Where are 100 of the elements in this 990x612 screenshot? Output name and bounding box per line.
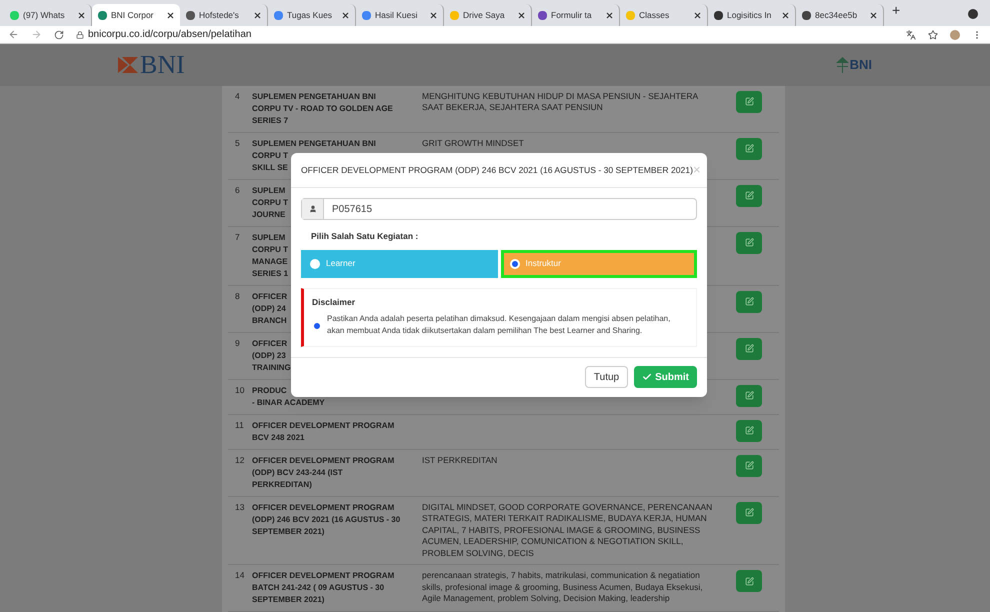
edit-icon <box>744 391 754 400</box>
program-title: OFFICER DEVELOPMENT PROGRAM <box>252 454 394 466</box>
program-title: SEPTEMBER 2021) <box>252 526 324 538</box>
close-icon[interactable] <box>870 12 877 18</box>
program-title: OFFICER DEVELOPMENT PROGRAM <box>252 502 394 514</box>
program-title: PRODUC <box>252 384 287 396</box>
program-title: CORPU T <box>252 196 288 208</box>
program-description: MENGHITUNG KEBUTUHAN HIDUP DI MASA PENSIUN - SEJAHTERA SAAT BEKERJA, SEJAHTERA SAAT PENSIUN <box>422 90 698 112</box>
edit-icon <box>744 297 754 306</box>
tree-icon <box>836 56 849 73</box>
program-title: TRAINING <box>252 362 291 374</box>
tab-title: Drive Saya <box>463 8 506 22</box>
close-icon[interactable] <box>342 12 349 18</box>
tab-title: 8ec34ee5b <box>815 8 858 22</box>
program-title: OFFICER DEVELOPMENT PROGRAM <box>252 420 394 432</box>
radio-button[interactable] <box>312 320 322 330</box>
edit-button[interactable] <box>736 90 762 112</box>
program-title: - BINAR ACADEMY <box>252 396 325 408</box>
program-title: BRANCH <box>252 314 287 326</box>
new-tab-button[interactable]: + <box>892 0 900 21</box>
program-title: CORPU TV - ROAD TO GOLDEN AGE <box>252 102 393 114</box>
tab-title: Hofstede's <box>199 8 240 22</box>
program-title: (ODP) 246 BCV 2021 (16 AGUSTUS - 30 <box>252 514 400 526</box>
program-title: PERKREDITAN) <box>252 478 312 490</box>
row-number: 9 <box>234 338 241 350</box>
edit-button[interactable] <box>736 570 762 592</box>
option-label: Learner <box>326 257 356 270</box>
close-icon[interactable] <box>167 12 174 18</box>
program-title: JOURNE <box>252 208 286 220</box>
edit-button[interactable] <box>736 232 762 254</box>
extension-icon[interactable] <box>950 30 960 40</box>
tab-title: BNI Corpor <box>111 8 155 22</box>
program-title: CORPU T <box>252 150 288 162</box>
profile-icon[interactable] <box>968 9 978 19</box>
tab-title: Classes <box>639 8 670 22</box>
close-icon[interactable] <box>254 12 261 18</box>
user-id-field[interactable]: P057615 <box>301 198 697 220</box>
program-title: (ODP) 24 <box>252 302 286 314</box>
program-title: SEPTEMBER 2021) <box>252 594 324 606</box>
edit-button[interactable] <box>736 502 762 524</box>
row-number: 8 <box>234 290 241 302</box>
user-icon <box>308 205 316 213</box>
program-title: SERIES 1 <box>252 268 288 280</box>
logo-text: BNI <box>140 52 185 78</box>
reload-icon[interactable] <box>54 30 64 40</box>
disclaimer-text: Pastikan Anda adalah peserta pelatihan dimaksud. Kesengajaan dalam mengisi absen pelatihan, akan membuat Anda tidak diikutsertakan dalam pemilihan The best Learner and Sharing. <box>327 312 672 336</box>
bookmark-icon[interactable] <box>928 30 938 40</box>
row-number: 14 <box>234 570 246 582</box>
tab-title: Hasil Kuesi <box>375 8 419 22</box>
translate-icon[interactable] <box>906 30 916 40</box>
program-title: BCV 248 2021 <box>252 432 304 444</box>
program-title: SKILL SE <box>252 162 288 174</box>
logo-text: BNI <box>850 56 872 74</box>
tab-title: Logisitics In <box>727 8 772 22</box>
browser-tab[interactable]: BNI Corpor <box>92 4 180 26</box>
program-title: SUPLEM <box>252 232 286 244</box>
close-icon[interactable] <box>430 12 437 18</box>
program-title: SUPLEMEN PENGETAHUAN BNI <box>252 90 376 102</box>
edit-button[interactable] <box>736 184 762 206</box>
close-icon[interactable] <box>606 12 613 18</box>
radio-button[interactable] <box>310 258 320 269</box>
close-icon[interactable] <box>694 12 701 18</box>
address-bar[interactable]: bnicorpu.co.id/corpu/absen/pelatihan <box>88 27 252 42</box>
edit-button[interactable] <box>736 138 762 160</box>
logo-icon <box>118 54 138 75</box>
edit-icon <box>744 238 754 247</box>
tab-title: Formulir ta <box>551 8 593 22</box>
tab-title: (97) Whats <box>23 8 66 22</box>
program-description: IST PERKREDITAN <box>422 454 498 464</box>
edit-icon <box>744 576 754 586</box>
program-title: (ODP) 23 <box>252 350 286 362</box>
edit-icon <box>744 461 754 470</box>
program-title: SUPLEMEN PENGETAHUAN BNI <box>252 138 376 150</box>
edit-button[interactable] <box>736 454 762 476</box>
row-number: 5 <box>234 138 241 150</box>
program-title: CORPU T <box>252 244 288 256</box>
program-title: SERIES 7 <box>252 114 288 126</box>
radio-button[interactable] <box>510 258 520 269</box>
edit-icon <box>744 191 754 200</box>
program-title: OFFICER <box>252 338 288 350</box>
edit-button[interactable] <box>736 338 762 360</box>
program-title: OFFICER <box>252 290 288 302</box>
close-icon[interactable] <box>782 12 789 18</box>
program-title: BATCH 241-242 ( 09 AGUSTUS - 30 <box>252 582 384 594</box>
edit-button[interactable] <box>736 384 762 406</box>
edit-icon <box>744 97 754 106</box>
edit-icon <box>744 344 754 353</box>
back-icon[interactable] <box>8 29 19 40</box>
close-icon[interactable] <box>78 12 85 18</box>
close-icon[interactable] <box>518 12 525 18</box>
edit-button[interactable] <box>736 420 762 442</box>
row-number: 7 <box>234 232 241 244</box>
disclaimer-heading: Disclaimer <box>312 296 356 308</box>
check-icon <box>642 372 652 382</box>
edit-button[interactable] <box>736 290 762 312</box>
option-label: Instruktur <box>526 257 561 270</box>
edit-icon <box>744 426 754 435</box>
program-description: GRIT GROWTH MINDSET <box>422 138 524 148</box>
close-dialog-button[interactable]: Tutup <box>584 366 628 388</box>
tab-title: Tugas Kues <box>287 8 334 22</box>
